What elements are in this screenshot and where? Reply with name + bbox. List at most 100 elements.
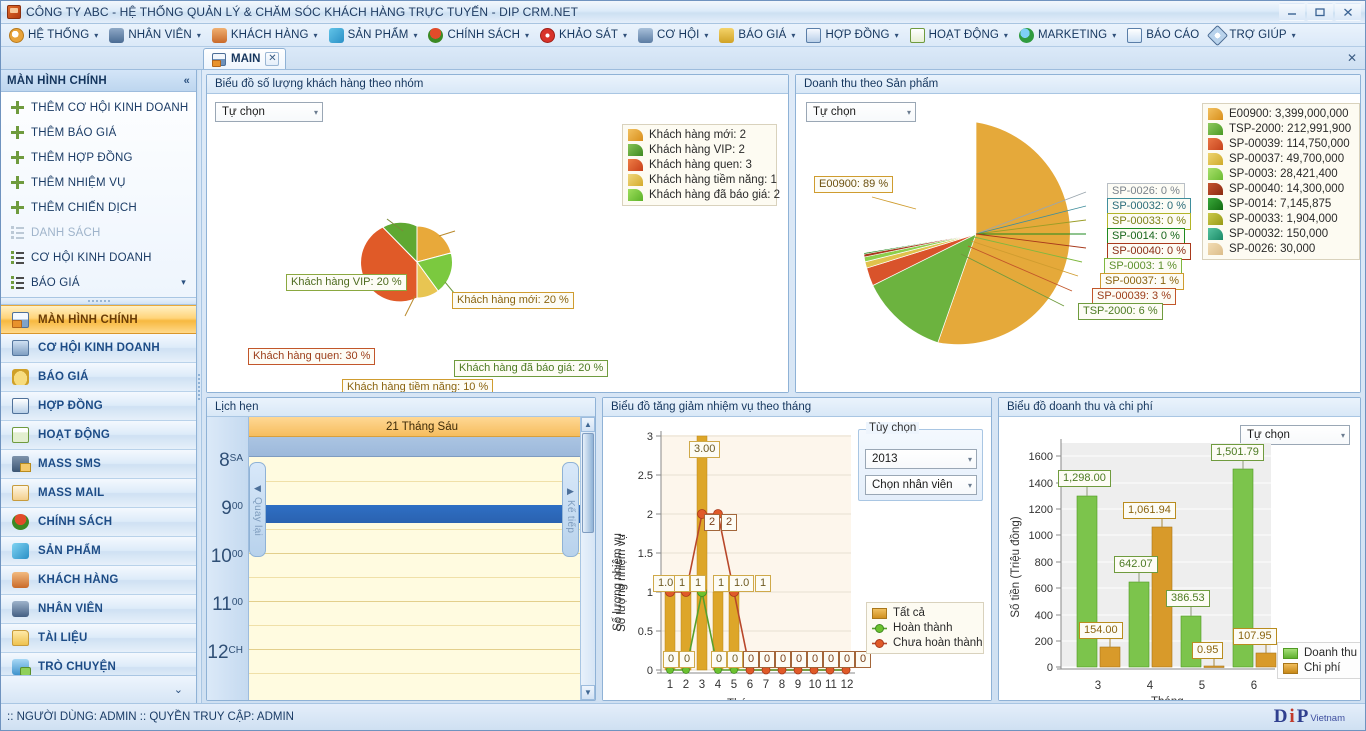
plus-icon	[11, 151, 24, 164]
sidebar-item-mass-mail[interactable]: MASS MAIL	[1, 479, 196, 508]
sidebar-item-tro-chuyen[interactable]: TRÒ CHUYỆN	[1, 653, 196, 675]
opportunity-icon	[12, 340, 29, 356]
minimize-button[interactable]	[1279, 3, 1305, 21]
maximize-button[interactable]	[1307, 3, 1333, 21]
menu-item-hoat-dong[interactable]: HOẠT ĐỘNG ▾	[906, 25, 1015, 46]
panel-product-revenue: Doanh thu theo Sản phẩm Tự chọn ▾ E00900…	[795, 74, 1361, 393]
scrollbar-thumb[interactable]	[582, 433, 594, 533]
sidebar-action-them-nhiem-vu[interactable]: THÊM NHIỆM VỤ	[1, 170, 196, 195]
sidebar-action-label: CƠ HỘI KINH DOANH	[31, 251, 152, 264]
menu-item-khach-hang[interactable]: KHÁCH HÀNG ▾	[208, 25, 325, 46]
application-body: MÀN HÌNH CHÍNH « THÊM CƠ HỘI KINH DOANH …	[1, 70, 1365, 703]
sidebar-navigation: MÀN HÌNH CHÍNH CƠ HỘI KINH DOANH BÁO GIÁ…	[1, 305, 196, 675]
svg-text:3: 3	[699, 679, 705, 691]
task-label-m4: 1	[713, 575, 730, 592]
sidebar-splitter-grip[interactable]	[1, 298, 196, 305]
sidebar-item-nhan-vien[interactable]: NHÂN VIÊN	[1, 595, 196, 624]
scroll-down-icon[interactable]: ▼	[581, 685, 595, 700]
panel-customer-groups: Biểu đồ số lượng khách hàng theo nhóm Tự…	[206, 74, 789, 393]
calendar-scrollbar[interactable]: ▲ ▼	[580, 417, 595, 700]
sidebar-item-man-hinh-chinh[interactable]: MÀN HÌNH CHÍNH	[1, 305, 196, 334]
legend-label: E00900: 3,399,000,000	[1229, 108, 1349, 120]
bar-label-rev-6: 1,501.79	[1211, 444, 1264, 461]
menu-item-he-thong[interactable]: HỆ THỐNG ▾	[5, 25, 105, 46]
main-menu-bar[interactable]: HỆ THỐNG ▾ NHÂN VIÊN ▾ KHÁCH HÀNG ▾ SẢN …	[1, 24, 1365, 47]
tab-main[interactable]: MAIN ✕	[203, 48, 287, 69]
sidebar-item-co-hoi-kinh-doanh[interactable]: CƠ HỘI KINH DOANH	[1, 334, 196, 363]
sidebar-item-hop-dong[interactable]: HỢP ĐỒNG	[1, 392, 196, 421]
sidebar-item-mass-sms[interactable]: MASS SMS	[1, 450, 196, 479]
sidebar-item-san-pham[interactable]: SẢN PHẨM	[1, 537, 196, 566]
sidebar-action-co-hoi-kinh-doanh[interactable]: CƠ HỘI KINH DOANH	[1, 245, 196, 270]
legend-item: TSP-2000: 212,991,900	[1208, 123, 1352, 135]
svg-text:0.5: 0.5	[638, 626, 653, 638]
chevron-down-icon[interactable]: ⌄	[174, 683, 183, 696]
collapse-sidebar-icon[interactable]: «	[184, 75, 190, 87]
sidebar-item-hoat-dong[interactable]: HOẠT ĐỘNG	[1, 421, 196, 450]
scroll-up-icon[interactable]: ▲	[581, 417, 595, 432]
sidebar-action-label: THÊM HỢP ĐỒNG	[31, 151, 133, 164]
bar-label-cost-5: 0.95	[1192, 642, 1224, 659]
svg-text:3: 3	[1095, 680, 1101, 692]
activity-icon	[12, 427, 29, 443]
legend-label: Khách hàng đã báo giá: 2	[649, 189, 781, 201]
legend-swatch-icon	[872, 638, 887, 649]
menu-item-hop-dong[interactable]: HỢP ĐỒNG ▾	[802, 25, 905, 46]
menu-item-san-pham[interactable]: SẢN PHẨM ▾	[325, 25, 425, 46]
hour-suffix: CH	[228, 645, 243, 656]
svg-text:6: 6	[1251, 680, 1257, 692]
menu-item-bao-gia[interactable]: BÁO GIÁ ▾	[715, 25, 802, 46]
menu-item-chinh-sach[interactable]: CHÍNH SÁCH ▾	[424, 25, 536, 46]
menu-label: MARKETING	[1037, 29, 1108, 41]
policy-icon	[12, 514, 29, 530]
sidebar-action-them-hop-dong[interactable]: THÊM HỢP ĐỒNG	[1, 145, 196, 170]
task-year-select[interactable]: 2013 ▾	[865, 449, 977, 469]
plus-icon	[11, 201, 24, 214]
hour-number: 12	[207, 642, 229, 663]
sidebar-action-label: THÊM CƠ HỘI KINH DOANH	[31, 101, 189, 114]
menu-item-khao-sat[interactable]: KHẢO SÁT ▾	[536, 25, 634, 46]
calendar-allday-row[interactable]	[249, 437, 595, 457]
sidebar-footer[interactable]: ⌄	[1, 675, 196, 703]
legend-label: SP-00032: 150,000	[1229, 228, 1329, 240]
svg-text:10: 10	[809, 679, 822, 691]
calendar-day-view[interactable]: 21 Tháng Sáu ◀ Quay lại ▶ Kế tiếp ▲ ▼	[249, 417, 595, 700]
report-icon	[1127, 27, 1143, 43]
task-zero-8: 0	[791, 651, 808, 668]
sidebar-item-label: KHÁCH HÀNG	[38, 574, 119, 586]
menu-item-tro-giup[interactable]: TRỢ GIÚP ▾	[1206, 24, 1302, 46]
menu-item-bao-cao[interactable]: BÁO CÁO	[1123, 25, 1206, 46]
chevron-down-icon[interactable]: ▾	[181, 277, 186, 288]
sidebar-action-them-chien-dich[interactable]: THÊM CHIẾN DỊCH	[1, 195, 196, 220]
customer-icon	[12, 572, 29, 588]
calendar-prev-button[interactable]: ◀ Quay lại	[249, 462, 266, 557]
sidebar-item-chinh-sach[interactable]: CHÍNH SÁCH	[1, 508, 196, 537]
customer-icon	[211, 27, 227, 43]
sidebar-action-them-co-hoi[interactable]: THÊM CƠ HỘI KINH DOANH	[1, 95, 196, 120]
legend-label: Khách hàng tiềm năng: 1	[649, 174, 777, 186]
appointment-calendar[interactable]: 8SA 900 1000 1100 12CH 21 Tháng Sáu ◀ Qu…	[207, 417, 595, 700]
chevron-down-icon: ▾	[967, 454, 972, 464]
sidebar-item-tai-lieu[interactable]: TÀI LIỆU	[1, 624, 196, 653]
calendar-time-grid[interactable]	[249, 457, 595, 700]
legend-item: SP-0003: 28,421,400	[1208, 168, 1352, 180]
calendar-next-button[interactable]: ▶ Kế tiếp	[562, 462, 579, 557]
calendar-selected-slot[interactable]	[249, 505, 595, 523]
menu-item-co-hoi[interactable]: CƠ HỘI ▾	[634, 25, 715, 46]
sidebar-action-bao-gia[interactable]: BÁO GIÁ ▾	[1, 270, 196, 295]
menu-item-nhan-vien[interactable]: NHÂN VIÊN ▾	[105, 25, 208, 46]
hour-number: 10	[210, 546, 232, 567]
sidebar-item-bao-gia[interactable]: BÁO GIÁ	[1, 363, 196, 392]
tab-close-icon[interactable]: ✕	[265, 52, 280, 66]
svg-text:6: 6	[747, 679, 753, 691]
chevron-down-icon: ▾	[894, 30, 899, 40]
task-employee-select[interactable]: Chọn nhân viên ▾	[865, 475, 977, 495]
close-button[interactable]	[1335, 3, 1361, 21]
sidebar-item-khach-hang[interactable]: KHÁCH HÀNG	[1, 566, 196, 595]
sidebar-action-them-bao-gia[interactable]: THÊM BÁO GIÁ	[1, 120, 196, 145]
legend-swatch-icon	[1208, 213, 1223, 225]
menu-item-marketing[interactable]: MARKETING ▾	[1015, 25, 1123, 46]
contract-icon	[806, 27, 822, 43]
mail-icon	[12, 485, 29, 501]
close-all-tabs-icon[interactable]: ✕	[1347, 51, 1357, 65]
